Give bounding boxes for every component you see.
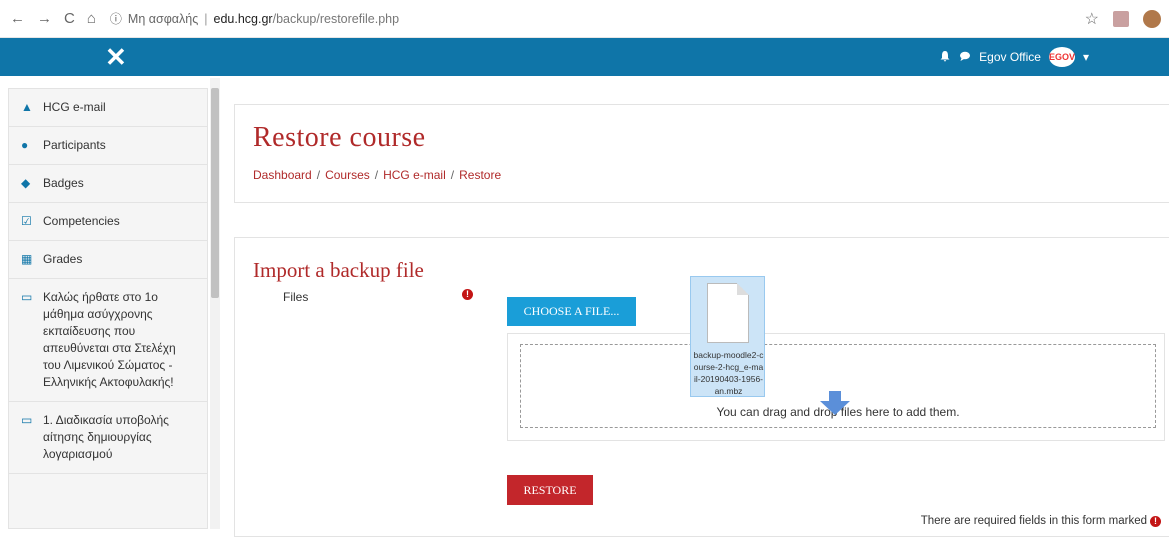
breadcrumb: Dashboard / Courses / HCG e-mail / Restore	[253, 168, 501, 182]
sidebar-item-label: Competencies	[43, 214, 120, 228]
dropzone[interactable]: You can drag and drop files here to add …	[520, 344, 1156, 428]
down-arrow-icon	[820, 391, 850, 415]
browser-nav: ← → C ⌂	[10, 10, 96, 27]
course-nav-drawer: ▲ HCG e-mail ● Participants ◆ Badges ☑ C…	[8, 88, 208, 529]
required-icon: !	[462, 289, 473, 300]
chevron-down-icon[interactable]: ▾	[1083, 50, 1089, 64]
message-bubble-icon[interactable]	[959, 50, 971, 65]
info-icon[interactable]: ⓘ	[110, 10, 122, 27]
table-icon: ▦	[21, 252, 33, 266]
check-square-icon: ☑	[21, 214, 32, 228]
folder-icon: ▭	[21, 290, 33, 304]
breadcrumb-dashboard[interactable]: Dashboard	[253, 168, 312, 182]
sidebar-item-label: HCG e-mail	[43, 100, 106, 114]
sidebar-item-label: Badges	[43, 176, 84, 190]
shield-icon: ◆	[21, 176, 31, 190]
sidebar-item-label: Grades	[43, 252, 83, 266]
breadcrumb-separator: /	[316, 168, 321, 182]
breadcrumb-restore[interactable]: Restore	[459, 168, 501, 182]
breadcrumb-courses[interactable]: Courses	[325, 168, 370, 182]
filepicker-container: You can drag and drop files here to add …	[507, 333, 1165, 441]
file-icon	[707, 283, 749, 343]
user-name[interactable]: Egov Office	[979, 50, 1041, 64]
bookmark-star-icon[interactable]: ☆	[1085, 9, 1099, 29]
breadcrumb-separator: /	[450, 168, 455, 182]
profile-avatar-icon[interactable]	[1143, 10, 1161, 28]
sidebar-item-section-1[interactable]: ▭ 1. Διαδικασία υποβολής αίτησης δημιουρ…	[9, 402, 207, 474]
dragged-file[interactable]: backup-moodle2-course-2-hcg_e-mail-20190…	[690, 276, 765, 397]
address-bar[interactable]: ⓘ Μη ασφαλής | edu.hcg.gr/backup/restore…	[110, 10, 399, 27]
sidebar-item-label: 1. Διαδικασία υποβολής αίτησης δημιουργί…	[43, 413, 169, 461]
files-label: Files	[283, 290, 309, 304]
sidebar-item-section-welcome[interactable]: ▭ Καλώς ήρθατε στο 1ο μάθημα ασύγχρονης …	[9, 279, 207, 402]
import-heading: Import a backup file	[253, 258, 424, 282]
sidebar-item-grades[interactable]: ▦ Grades	[9, 241, 207, 279]
notification-bell-icon[interactable]	[939, 50, 951, 65]
sidebar-item-badges[interactable]: ◆ Badges	[9, 165, 207, 203]
security-label: Μη ασφαλής	[127, 11, 199, 26]
browser-actions: ☆	[1085, 9, 1161, 29]
sidebar-item-label: Participants	[43, 138, 106, 152]
browser-toolbar: ← → C ⌂ ⓘ Μη ασφαλής | edu.hcg.gr/backup…	[0, 0, 1169, 38]
url[interactable]: edu.hcg.gr/backup/restorefile.php	[214, 12, 400, 26]
url-path: /backup/restorefile.php	[272, 11, 400, 26]
dragged-file-name: backup-moodle2-course-2-hcg_e-mail-20190…	[693, 350, 764, 396]
scrollbar-thumb[interactable]	[211, 88, 219, 298]
sidebar-item-label: Καλώς ήρθατε στο 1ο μάθημα ασύγχρονης εκ…	[43, 290, 176, 389]
breadcrumb-course[interactable]: HCG e-mail	[383, 168, 446, 182]
required-fields-note: There are required fields in this form m…	[921, 515, 1161, 527]
back-arrow-icon[interactable]: ←	[10, 10, 25, 27]
choose-file-button[interactable]: CHOOSE A FILE...	[507, 297, 636, 326]
address-separator: |	[204, 11, 208, 26]
graduation-cap-icon: ▲	[21, 100, 33, 114]
reload-icon[interactable]: C	[64, 10, 75, 27]
sidebar-item-participants[interactable]: ● Participants	[9, 127, 207, 165]
extension-icon[interactable]	[1113, 11, 1129, 27]
breadcrumb-separator: /	[374, 168, 379, 182]
required-icon: !	[1150, 515, 1161, 527]
restore-button[interactable]: RESTORE	[507, 475, 593, 505]
sidebar-item-hcg-email[interactable]: ▲ HCG e-mail	[9, 89, 207, 127]
user-menu[interactable]: Egov Office EGOV ▾	[939, 47, 1089, 67]
required-note-text: There are required fields in this form m…	[920, 515, 1147, 527]
top-navbar: ✕ Egov Office EGOV ▾	[0, 38, 1169, 76]
forward-arrow-icon[interactable]: →	[37, 10, 52, 27]
folder-icon: ▭	[21, 413, 33, 427]
sidebar-scrollbar[interactable]	[210, 78, 220, 529]
home-icon[interactable]: ⌂	[87, 10, 96, 27]
sidebar-item-competencies[interactable]: ☑ Competencies	[9, 203, 207, 241]
url-host: edu.hcg.gr	[213, 11, 273, 26]
page-title: Restore course	[253, 122, 426, 153]
close-drawer-icon[interactable]: ✕	[105, 42, 127, 73]
avatar[interactable]: EGOV	[1048, 47, 1075, 67]
users-icon: ●	[21, 138, 29, 152]
